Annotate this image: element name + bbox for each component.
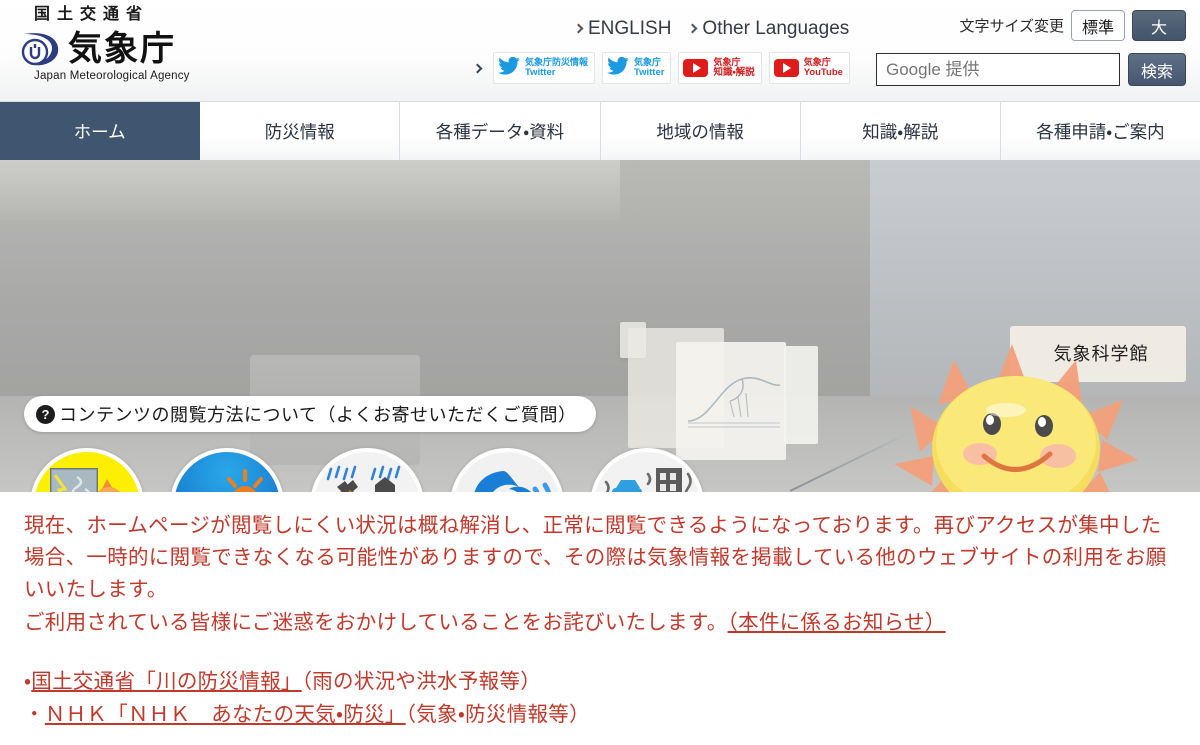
- agency-name-ja: 気象庁: [68, 29, 176, 69]
- external-resource-links: ・国土交通省「川の防災情報」（雨の状況や洪水予報等） ・ＮＨＫ「ＮＨＫ あなたの…: [24, 665, 1178, 731]
- nav-item-knowledge[interactable]: 知識・解説: [800, 102, 1001, 160]
- chevron-right-icon: [687, 23, 698, 34]
- content-help-label: コンテンツの閲覧方法について（よくお寄せいただくご質問）: [59, 405, 577, 425]
- content-help-link[interactable]: ? コンテンツの閲覧方法について（よくお寄せいただくご質問）: [24, 396, 597, 432]
- museum-photo-background: 気象科学館: [0, 160, 1200, 492]
- twitter-bird-icon: [607, 56, 629, 80]
- category-tenki[interactable]: 天気: [170, 448, 284, 492]
- english-link[interactable]: ENGLISH: [573, 18, 672, 40]
- search-button[interactable]: 検索: [1128, 53, 1186, 86]
- youtube-jma-button[interactable]: 気象庁 YouTube: [768, 52, 850, 84]
- text-size-standard-button[interactable]: 標準: [1071, 10, 1125, 41]
- twitter-jma-line2: Twitter: [634, 66, 665, 78]
- text-size-large-button[interactable]: 大: [1132, 10, 1186, 41]
- social-links: 気象庁防災情報 Twitter 気象庁 Twitter 気象庁 知識・解説 気象: [472, 52, 850, 84]
- site-search: 検索: [876, 53, 1186, 86]
- other-languages-link[interactable]: Other Languages: [687, 18, 850, 40]
- search-input[interactable]: [886, 54, 1110, 85]
- sun-cloud-weather-icon: [170, 448, 284, 492]
- global-navigation: ホーム 防災情報 各種データ・資料 地域の情報 知識・解説 各種申請・ご案内: [0, 102, 1200, 160]
- notice-paragraph-2: ご利用されている皆様にご迷惑をおかけしていることをお詫びいたします。（本件に係る…: [24, 607, 1178, 639]
- category-ooame-taifu[interactable]: 大雨・台風: [450, 448, 564, 492]
- bullet-marker: ・: [24, 702, 45, 727]
- language-links: ENGLISH Other Languages: [573, 18, 850, 40]
- typhoon-spiral-icon: [450, 448, 564, 492]
- museum-label: 気象科学館: [1053, 344, 1149, 365]
- nav-item-data[interactable]: 各種データ・資料: [400, 102, 601, 160]
- twitter-jma-button[interactable]: 気象庁 Twitter: [602, 52, 672, 84]
- english-link-label: ENGLISH: [588, 18, 672, 39]
- category-jishin-kazan[interactable]: 地震・火山: [590, 448, 704, 492]
- nhk-weather-link[interactable]: ＮＨＫ「ＮＨＫ あなたの天気・防災」: [45, 702, 406, 726]
- youtube-play-icon: [773, 59, 799, 77]
- nhk-weather-note: （気象・防災情報等）: [405, 702, 590, 727]
- disaster-prevention-mascot-icon: [30, 448, 144, 492]
- flood-risk-distribution-icon: [310, 448, 424, 492]
- site-logo[interactable]: 国土交通省 気象庁 Japan Meteorological Agency: [18, 4, 278, 82]
- hero-banner: 気象科学館 ? コンテンツの閲覧方法について（よくお寄せいただくご質問）: [0, 160, 1200, 492]
- twitter-bird-icon: [498, 56, 520, 80]
- category-circle-nav: 防災情報 天気: [30, 448, 704, 492]
- agency-name-en: Japan Meteorological Agency: [34, 70, 190, 82]
- text-size-label: 文字サイズ変更: [959, 18, 1064, 35]
- nav-item-disaster-info[interactable]: 防災情報: [200, 102, 401, 160]
- notice-detail-link[interactable]: （本件に係るお知らせ）: [728, 610, 946, 634]
- question-mark-icon: ?: [36, 404, 55, 424]
- ministry-name: 国土交通省: [34, 4, 150, 23]
- youtube-chishiki-line2: 知識・解説: [713, 66, 755, 78]
- other-languages-label: Other Languages: [702, 18, 850, 39]
- youtube-jma-line2: YouTube: [803, 66, 843, 78]
- nav-item-home[interactable]: ホーム: [0, 102, 201, 160]
- mlit-river-info-note: （雨の状況や洪水予報等）: [301, 669, 542, 694]
- site-notice: 現在、ホームページが閲覧しにくい状況は概ね解消し、正常に閲覧できるようになってお…: [0, 492, 1200, 731]
- mlit-river-info-link[interactable]: 国土交通省「川の防災情報」: [31, 669, 301, 693]
- text-size-control: 文字サイズ変更 標準 大: [959, 10, 1186, 41]
- search-box[interactable]: [876, 53, 1120, 86]
- nav-item-regional-info[interactable]: 地域の情報: [600, 102, 801, 160]
- chevron-right-icon: [573, 23, 584, 34]
- jma-swirl-logo-icon: [18, 26, 66, 72]
- twitter-bousai-button[interactable]: 気象庁防災情報 Twitter: [493, 52, 596, 84]
- chevron-right-icon: [472, 63, 483, 73]
- category-kikikuru[interactable]: キキクル （危険度分布）: [310, 448, 424, 492]
- youtube-chishiki-button[interactable]: 気象庁 知識・解説: [678, 52, 762, 84]
- list-item: ・国土交通省「川の防災情報」（雨の状況や洪水予報等）: [24, 665, 1178, 698]
- twitter-bousai-line2: Twitter: [525, 66, 556, 78]
- notice-paragraph-1: 現在、ホームページが閲覧しにくい状況は概ね解消し、正常に閲覧できるようになってお…: [24, 513, 1167, 601]
- category-bousai[interactable]: 防災情報: [30, 448, 144, 492]
- list-item: ・ＮＨＫ「ＮＨＫ あなたの天気・防災」（気象・防災情報等）: [24, 698, 1178, 731]
- site-header: 国土交通省 気象庁 Japan Meteorological Agency EN…: [0, 0, 1200, 102]
- youtube-play-icon: [683, 59, 709, 77]
- notice-paragraph-2-main: ご利用されている皆様にご迷惑をおかけしていることをお詫びいたします。: [24, 610, 728, 635]
- earthquake-volcano-icon: [590, 448, 704, 492]
- tsunami-diagram-icon: [687, 377, 781, 428]
- nav-item-applications[interactable]: 各種申請・ご案内: [1000, 102, 1200, 160]
